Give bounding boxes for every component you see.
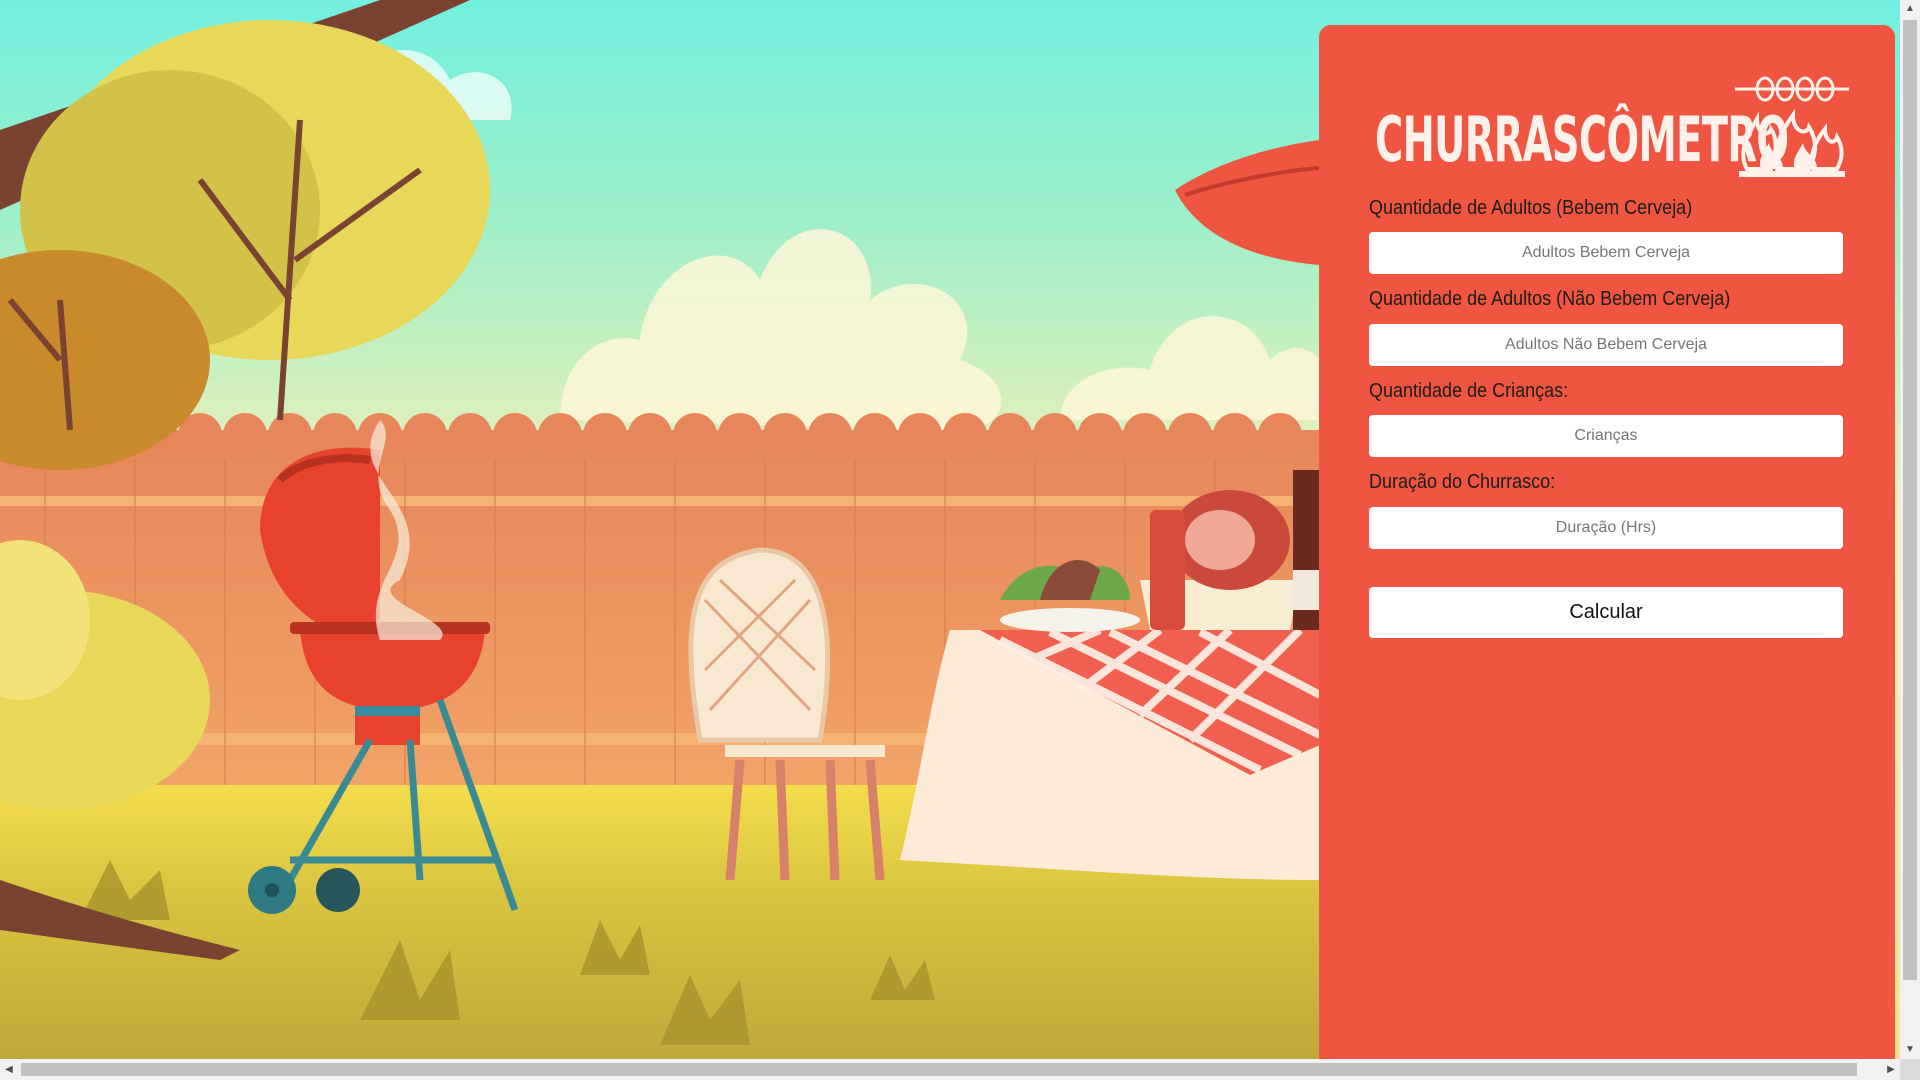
scroll-up-icon[interactable]: ▲ bbox=[1900, 0, 1920, 18]
vertical-scrollbar[interactable]: ▲ ▼ bbox=[1900, 0, 1920, 1059]
duration-label: Duração do Churrasco: bbox=[1369, 471, 1556, 493]
scroll-left-icon[interactable]: ◀ bbox=[0, 1059, 18, 1080]
children-input[interactable] bbox=[1369, 415, 1843, 457]
scroll-down-icon[interactable]: ▼ bbox=[1900, 1041, 1920, 1059]
grill-fire-icon bbox=[1727, 71, 1857, 186]
adults-beer-input[interactable] bbox=[1369, 232, 1843, 274]
adults-no-beer-label: Quantidade de Adultos (Não Bebem Cerveja… bbox=[1369, 288, 1731, 310]
children-label: Quantidade de Crianças: bbox=[1369, 380, 1569, 402]
logo: CHURRASCÔMETRO bbox=[1375, 71, 1849, 191]
calculator-panel: CHURRASCÔMETRO Quantidade de Adultos (Be… bbox=[1319, 25, 1895, 1059]
horizontal-scroll-thumb[interactable] bbox=[21, 1063, 1857, 1076]
vertical-scroll-thumb[interactable] bbox=[1903, 20, 1917, 980]
scrollbar-corner bbox=[1900, 1059, 1920, 1080]
adults-beer-label: Quantidade de Adultos (Bebem Cerveja) bbox=[1369, 197, 1693, 219]
horizontal-scrollbar[interactable]: ◀ ▶ bbox=[0, 1059, 1900, 1080]
adults-no-beer-input[interactable] bbox=[1369, 324, 1843, 366]
calculate-button[interactable]: Calcular bbox=[1369, 587, 1843, 638]
duration-input[interactable] bbox=[1369, 507, 1843, 549]
scroll-right-icon[interactable]: ▶ bbox=[1882, 1059, 1900, 1080]
